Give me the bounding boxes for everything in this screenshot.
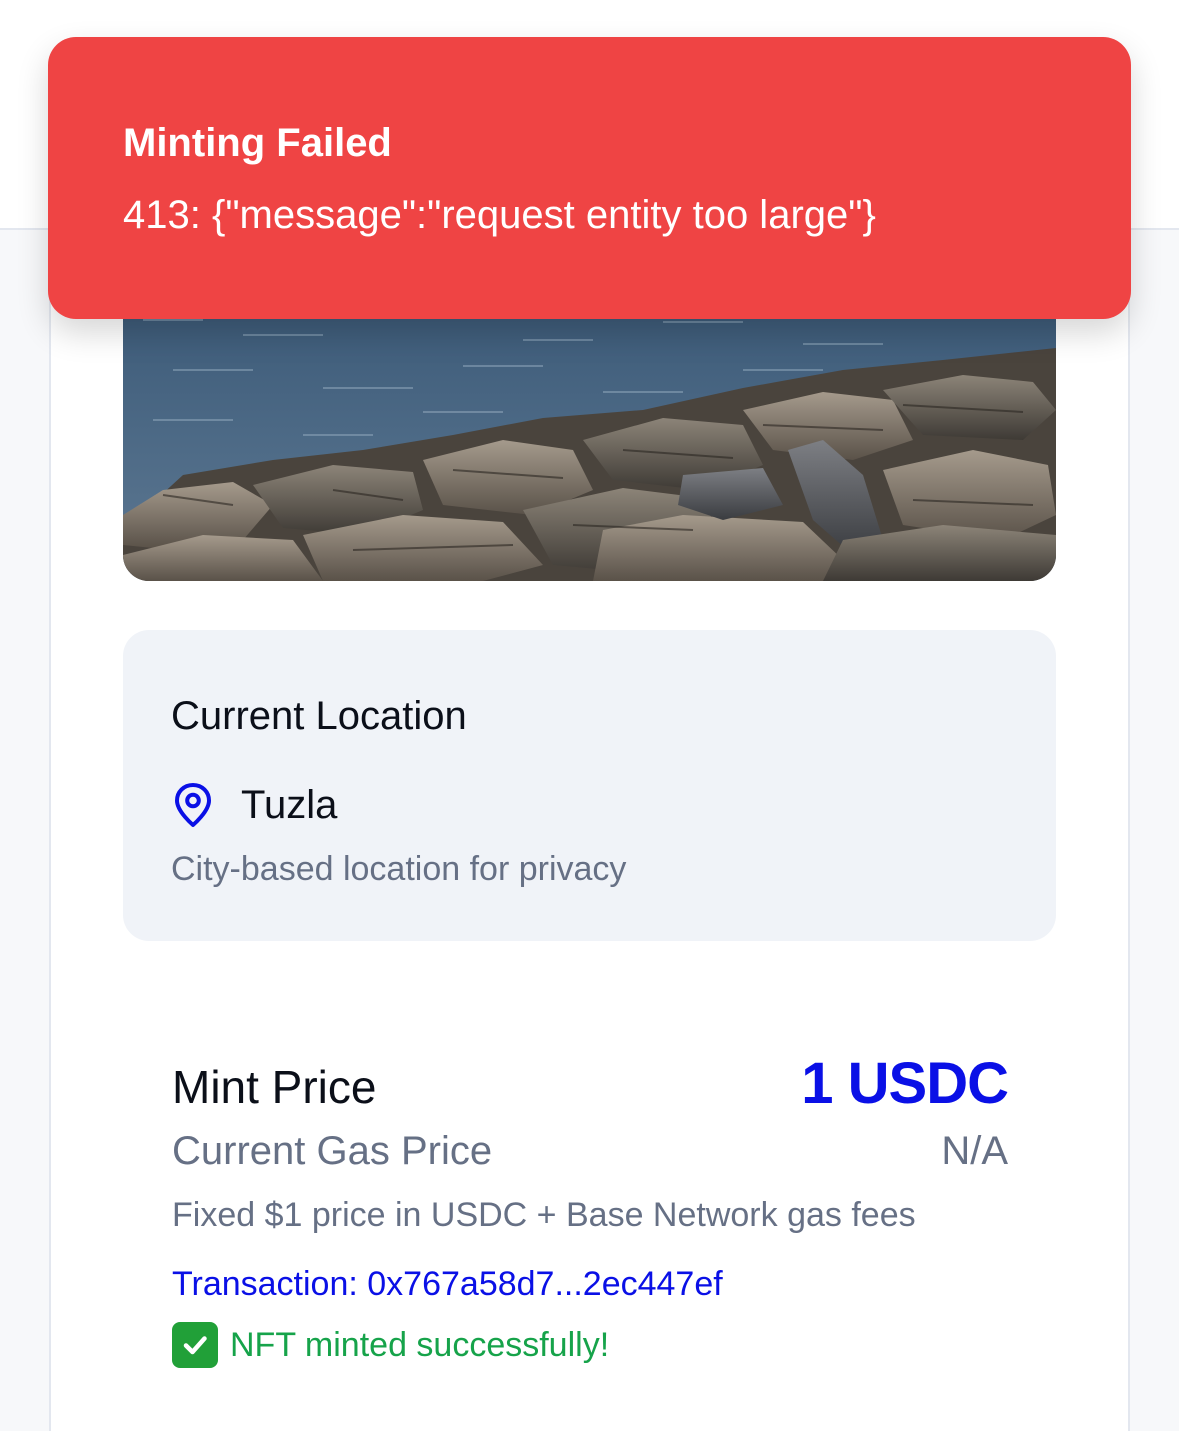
fee-note: Fixed $1 price in USDC + Base Network ga… xyxy=(172,1196,916,1234)
success-text: NFT minted successfully! xyxy=(230,1325,610,1364)
location-city: Tuzla xyxy=(241,782,338,827)
photo-preview xyxy=(123,300,1056,581)
toast-title: Minting Failed xyxy=(123,121,392,165)
mint-details: Mint Price 1 USDC Current Gas Price N/A … xyxy=(172,1050,1009,1368)
gas-price-row: Current Gas Price N/A xyxy=(172,1129,1008,1174)
error-toast[interactable]: Minting Failed 413: {"message":"request … xyxy=(48,37,1131,319)
toast-message: 413: {"message":"request entity too larg… xyxy=(123,193,876,237)
success-message: NFT minted successfully! xyxy=(172,1322,1008,1368)
mint-price-label: Mint Price xyxy=(172,1061,377,1113)
map-pin-icon xyxy=(171,780,215,830)
location-privacy-note: City-based location for privacy xyxy=(171,850,627,888)
location-panel: Current Location Tuzla City-based locati… xyxy=(123,630,1056,941)
check-mark-icon xyxy=(172,1322,218,1368)
transaction-link[interactable]: Transaction: 0x767a58d7...2ec447ef xyxy=(172,1265,1008,1304)
mint-price-row: Mint Price 1 USDC xyxy=(172,1050,1009,1117)
mint-price-value: 1 USDC xyxy=(801,1051,1009,1116)
gas-price-label: Current Gas Price xyxy=(172,1129,493,1173)
gas-price-value: N/A xyxy=(941,1129,1008,1173)
location-row: Tuzla xyxy=(171,780,337,830)
location-title: Current Location xyxy=(171,694,467,738)
